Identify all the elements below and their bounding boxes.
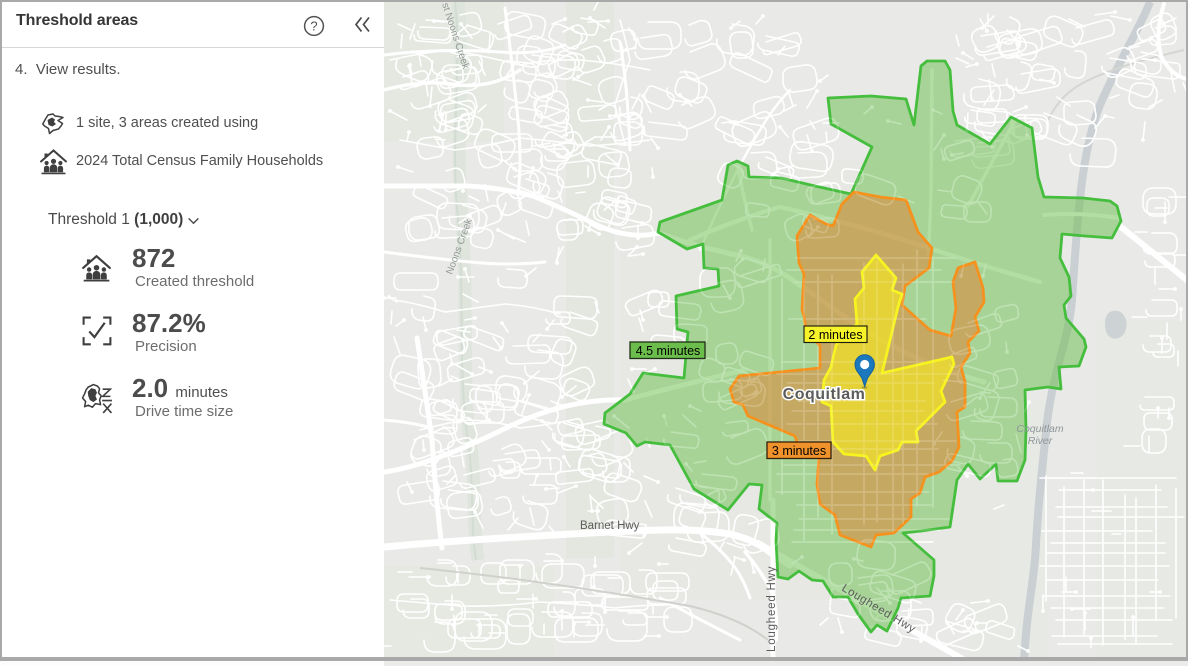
- svg-text:River: River: [1028, 435, 1053, 447]
- svg-text:Coquitlam: Coquitlam: [1016, 423, 1064, 435]
- svg-text:Lougheed Hwy: Lougheed Hwy: [766, 566, 778, 652]
- svg-text:?: ?: [310, 19, 317, 34]
- svg-text:3 minutes: 3 minutes: [772, 444, 826, 458]
- svg-text:Coquitlam: Coquitlam: [783, 386, 866, 403]
- svg-text:Barnet Hwy: Barnet Hwy: [580, 520, 640, 532]
- svg-text:2 minutes: 2 minutes: [808, 328, 862, 342]
- svg-text:4.5 minutes: 4.5 minutes: [636, 344, 701, 358]
